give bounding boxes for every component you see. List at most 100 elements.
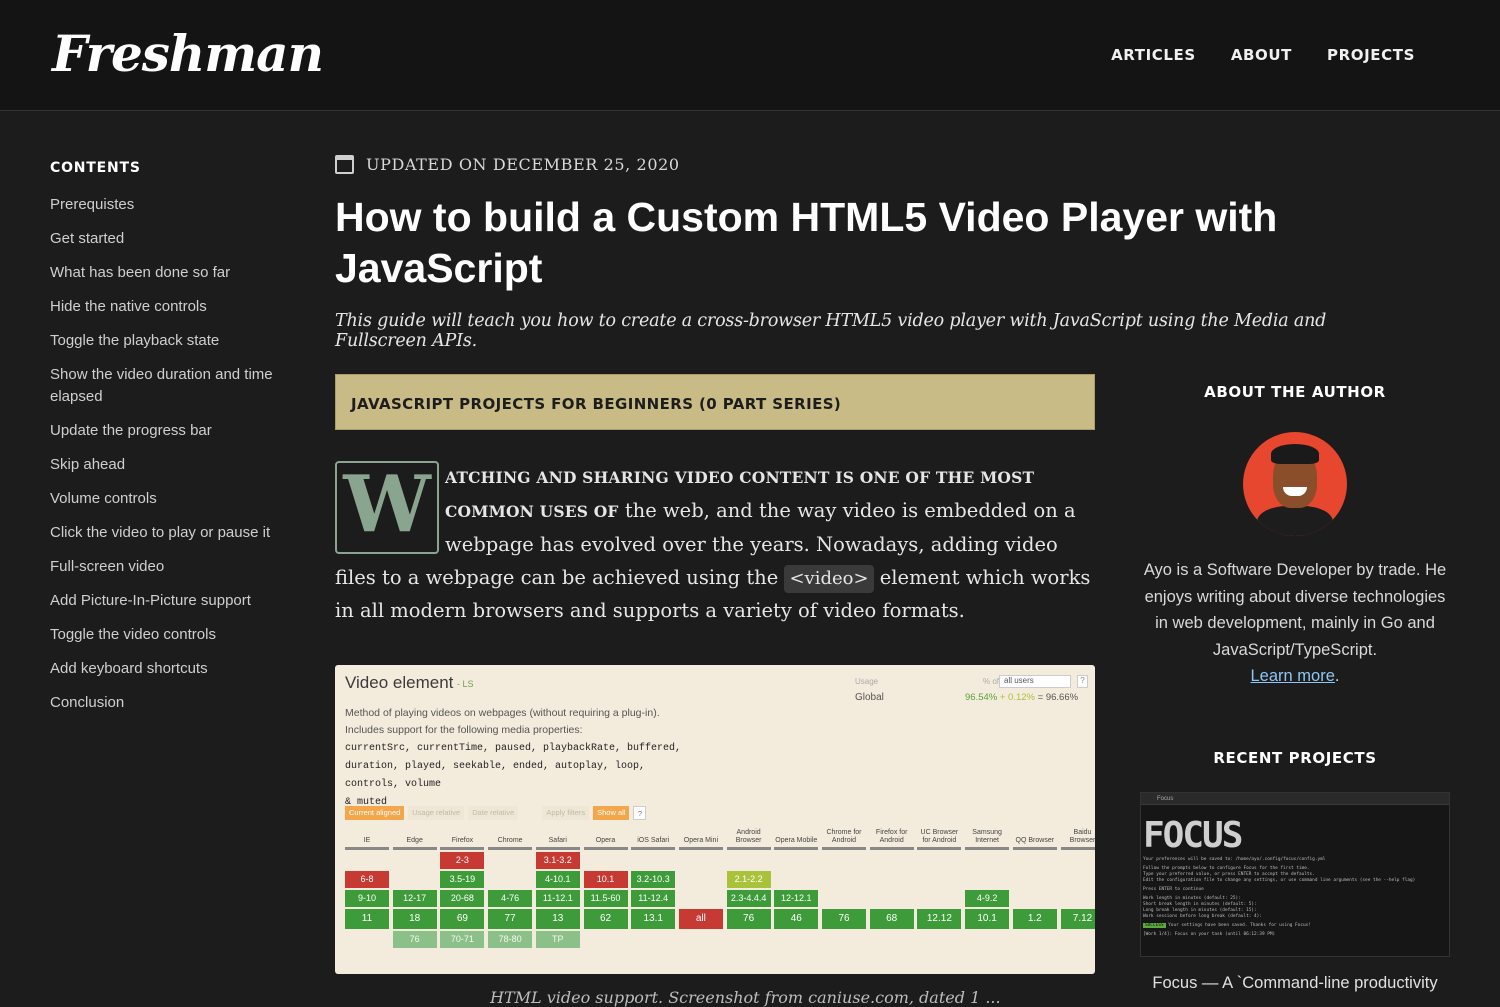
browser-column: Baidu Browser 7.12 [1060,825,1096,948]
browser-name: Chrome for Android [826,829,862,844]
browser-column: Safari 3.1-3.2 4-10.1 11-12.1 13 TP [535,825,580,948]
toc-link[interactable]: Conclusion [50,692,295,714]
browser-column: Firefox 2-3 3.5-19 20-68 69 70-71 [440,825,485,948]
pct-partial: + 0.12% [999,692,1035,703]
nav-about[interactable]: ABOUT [1231,46,1292,64]
support-cell [727,931,771,948]
terminal-line: Your preferences will be saved to: /home… [1143,857,1326,862]
support-cell: 12-17 [392,890,437,907]
support-cell [774,931,818,948]
project-caption[interactable]: Focus — A `Command-line productivity [1140,974,1450,993]
browser-column: Opera Mobile 12-12.1 46 [774,825,819,948]
support-cell [1061,852,1096,869]
toc-link[interactable]: Hide the native controls [50,296,295,318]
site-logo[interactable]: Freshman [52,24,324,83]
toc-link[interactable]: Toggle the playback state [50,330,295,352]
support-cell: 10.1 [965,909,1010,929]
browser-name: UC Browser for Android [920,829,959,844]
support-cell [1013,890,1057,907]
browser-column: QQ Browser 1.2 [1012,825,1057,948]
toc-link[interactable]: Add keyboard shortcuts [50,658,295,680]
browser-column: IE 6-8 9-10 11 [345,825,389,948]
support-cell [917,890,961,907]
help-icon: ? [1077,675,1088,688]
support-cell: 76 [822,909,866,929]
browser-name: Chrome [497,837,523,844]
support-cell [870,890,914,907]
support-cell: 7.12 [1060,909,1095,929]
ls-badge: - LS [457,679,474,689]
feature-description: Method of playing videos on webpages (wi… [345,705,690,811]
support-cell [631,931,675,948]
support-cell: 78-80 [488,931,533,948]
props-line-2: duration, played, seekable, ended, autop… [345,761,646,790]
support-cell [679,931,723,948]
support-cell [393,852,437,869]
browser-bar [869,847,914,850]
bio-text: Ayo is a Software Developer by trade. He… [1143,561,1447,659]
props-line-1: currentSrc, currentTime, paused, playbac… [345,743,682,754]
learn-more-link[interactable]: Learn more [1251,667,1335,685]
toc-link[interactable]: Toggle the video controls [50,624,295,646]
browser-name: iOS Safari [637,837,670,844]
toc-link[interactable]: Get started [50,228,295,250]
support-cell [1061,871,1096,888]
support-cell [1013,931,1057,948]
toc-link[interactable]: Full-screen video [50,556,295,578]
browser-bar [965,847,1010,850]
toc-link[interactable]: What has been done so far [50,262,295,284]
browser-name: Android Browser [735,829,762,844]
article-header: UPDATED ON DECEMBER 25, 2020 How to buil… [335,155,1335,351]
toc-link[interactable]: Skip ahead [50,454,295,476]
updated-date: UPDATED ON DECEMBER 25, 2020 [335,155,1335,174]
support-cell [917,931,961,948]
support-cell [774,871,818,888]
global-label: Global [855,692,884,703]
support-cell: 76 [392,931,437,948]
browser-bar [1060,847,1095,850]
drop-cap-letter: W [343,459,431,550]
browser-bar [1012,847,1057,850]
toc-link[interactable]: Prerequistes [50,194,295,216]
support-cell: 3.2-10.3 [631,871,676,888]
series-banner[interactable]: JAVASCRIPT PROJECTS FOR BEGINNERS (0 PAR… [335,374,1095,430]
support-cell [584,852,628,869]
support-cell: 12.12 [917,909,962,929]
terminal-titlebar: Focus [1141,793,1449,805]
support-cell [1013,852,1057,869]
chip: Apply filters [542,806,590,820]
support-cell [727,852,771,869]
toc-link[interactable]: Add Picture-In-Picture support [50,590,295,612]
browser-bar [917,847,962,850]
nav-projects[interactable]: PROJECTS [1327,46,1415,64]
terminal-line: Edit the configuration file to change an… [1143,878,1416,883]
support-cell [1013,871,1057,888]
browser-column: Android Browser 2.1-2.2 2.3-4.4.4 76 [726,825,771,948]
browser-bar [631,847,676,850]
support-cell: 2.1-2.2 [726,871,771,888]
toc-link[interactable]: Show the video duration and time elapsed [50,364,295,408]
users-select: all users [999,675,1071,688]
site-header: Freshman ARTICLES ABOUT PROJECTS [0,0,1500,111]
browser-name: Edge [406,837,423,844]
chip-help: ? [633,806,647,820]
toc-link[interactable]: Update the progress bar [50,420,295,442]
author-bio: Ayo is a Software Developer by trade. He… [1140,557,1450,690]
pct-total: = 96.66% [1037,692,1079,703]
support-cell: 46 [774,909,819,929]
support-cell: 3.1-3.2 [535,852,580,869]
toc-title: CONTENTS [50,160,141,176]
support-cell [488,871,532,888]
usage-label: Usage [855,677,879,686]
support-cell [631,852,675,869]
browser-column: Chrome for Android 76 [822,825,866,948]
support-cell [345,852,389,869]
toc-link[interactable]: Volume controls [50,488,295,510]
toc-link[interactable]: Click the video to play or pause it [50,522,295,544]
support-cell: 70-71 [440,931,485,948]
nav-articles[interactable]: ARTICLES [1111,46,1196,64]
terminal-line: Press ENTER to continue [1143,887,1204,892]
of-label: % of [983,677,1000,686]
support-cell [917,852,961,869]
project-screenshot[interactable]: Focus FOCUS Your preferences will be sav… [1140,792,1450,957]
